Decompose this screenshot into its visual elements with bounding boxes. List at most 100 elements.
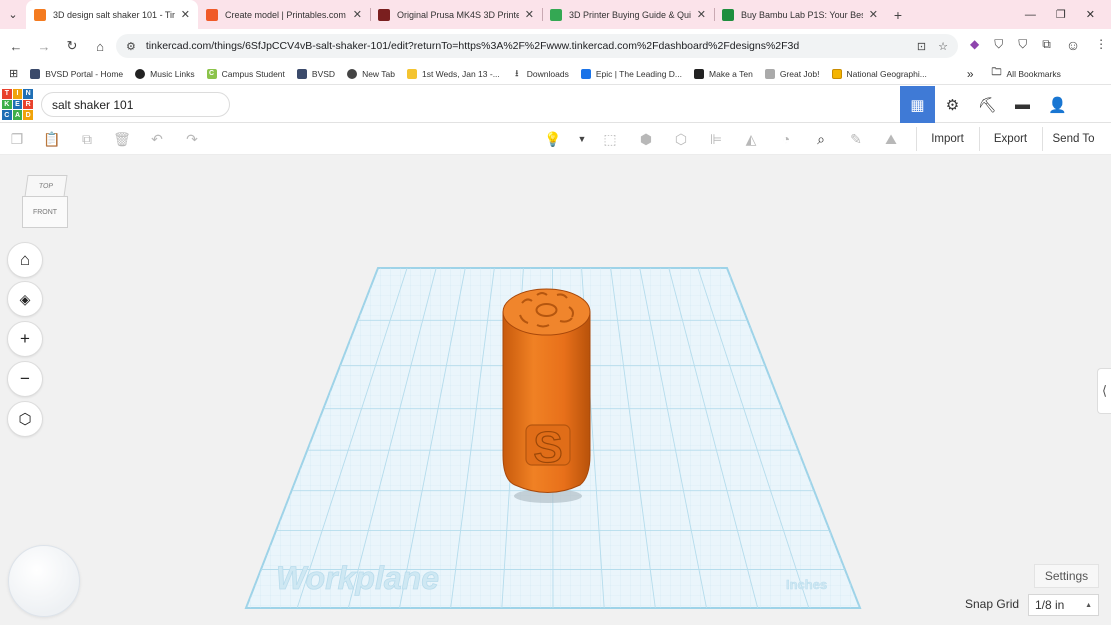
- shapes-panel-toggle[interactable]: ⟨: [1097, 368, 1111, 414]
- salt-shaker-top[interactable]: [502, 288, 591, 336]
- view-cube[interactable]: TOP FRONT: [22, 175, 70, 231]
- zoom-in-button[interactable]: +: [7, 321, 43, 357]
- camera-view-icon[interactable]: ⌕: [811, 129, 831, 149]
- bookmark-campus-student[interactable]: C Campus Student: [206, 68, 285, 79]
- align-icon[interactable]: ⊫: [706, 129, 726, 149]
- make-a-ten-favicon-icon: [694, 68, 705, 79]
- bricks-icon[interactable]: ▬: [1005, 86, 1040, 123]
- reload-icon[interactable]: ↻: [58, 38, 86, 54]
- address-bar[interactable]: ⚙ tinkercad.com/things/6SfJpCCV4vB-salt-…: [116, 34, 958, 58]
- note-icon[interactable]: ✎: [846, 129, 866, 149]
- delete-icon[interactable]: 🗑: [112, 129, 132, 149]
- bookmark-downloads[interactable]: ⭳ Downloads: [512, 68, 569, 79]
- campus-favicon-icon: C: [206, 68, 217, 79]
- ungroup-icon[interactable]: ⬡: [671, 129, 691, 149]
- browser-tab-bambu[interactable]: Buy Bambu Lab P1S: Your Best ✕: [714, 0, 886, 29]
- group-icon[interactable]: ⬢: [636, 129, 656, 149]
- apps-grid-icon[interactable]: ⊞: [9, 67, 18, 80]
- 3d-viewport[interactable]: S Workplane Inches TOP FRONT ⌂ ◈ + − ⬡ ⟨…: [0, 155, 1111, 625]
- import-button[interactable]: Import: [916, 127, 978, 151]
- perspective-button[interactable]: ⬡: [7, 401, 43, 437]
- back-icon[interactable]: ←: [2, 39, 30, 54]
- tab-close-icon[interactable]: ✕: [353, 8, 362, 21]
- browser-tab-tinkercad[interactable]: 3D design salt shaker 101 - Tink ✕: [26, 0, 198, 29]
- site-info-icon[interactable]: ⚙: [126, 40, 136, 53]
- new-tab-button[interactable]: +: [886, 0, 910, 29]
- workplane-icon[interactable]: ⬚: [600, 129, 620, 149]
- 3d-design-grid-icon[interactable]: ▦: [900, 86, 935, 123]
- epic-favicon-icon: [580, 68, 591, 79]
- browser-tab-buying-guide[interactable]: 3D Printer Buying Guide & Quiz ✕: [542, 0, 714, 29]
- tab-close-icon[interactable]: ✕: [181, 8, 190, 21]
- view-cube-top[interactable]: TOP: [24, 175, 68, 197]
- forward-icon[interactable]: →: [30, 39, 58, 54]
- light-bulb-icon[interactable]: 💡: [543, 129, 563, 149]
- bookmarks-overflow-icon[interactable]: »: [967, 67, 974, 81]
- profile-icon[interactable]: ☺: [1066, 37, 1080, 53]
- copy-icon[interactable]: ❐: [7, 129, 27, 149]
- orbit-control[interactable]: [8, 545, 80, 617]
- mirror-icon[interactable]: ◭: [741, 129, 761, 149]
- browser-tab-strip: ⌄ 3D design salt shaker 101 - Tink ✕ Cre…: [0, 0, 1111, 29]
- tab-close-icon[interactable]: ✕: [697, 8, 706, 21]
- restore-icon[interactable]: ❐: [1056, 8, 1066, 21]
- ruler-drop-icon[interactable]: ⛰: [881, 129, 901, 149]
- close-window-icon[interactable]: ✕: [1086, 8, 1095, 21]
- add-user-icon[interactable]: 👤: [1040, 86, 1075, 123]
- great-job-favicon-icon: [764, 68, 775, 79]
- extension-icons: ◆ ⛉ ⛉ ⧉ ☺ ⋮: [970, 37, 1107, 53]
- browser-menu-icon[interactable]: ⋮: [1095, 37, 1107, 53]
- bookmark-national-geographic[interactable]: National Geographi...: [831, 68, 927, 79]
- export-button[interactable]: Export: [979, 127, 1041, 151]
- browser-tab-prusa[interactable]: Original Prusa MK4S 3D Printer ✕: [370, 0, 542, 29]
- logo-letter: K: [2, 99, 12, 110]
- tab-close-icon[interactable]: ✕: [869, 8, 878, 21]
- tab-title: 3D design salt shaker 101 - Tink: [53, 9, 175, 20]
- dropdown-chevron-icon[interactable]: ▼: [572, 129, 592, 149]
- bookmark-star-icon[interactable]: ☆: [938, 40, 948, 53]
- paste-icon[interactable]: 📋: [42, 129, 62, 149]
- bookmark-make-a-ten[interactable]: Make a Ten: [694, 68, 753, 79]
- bookmark-epic[interactable]: Epic | The Leading D...: [580, 68, 682, 79]
- zoom-out-button[interactable]: −: [7, 361, 43, 397]
- snap-grid-select[interactable]: 1/8 in ▲: [1028, 594, 1099, 616]
- browser-tab-printables[interactable]: Create model | Printables.com ✕: [198, 0, 370, 29]
- minus-icon: −: [20, 369, 30, 388]
- install-app-icon[interactable]: ⊡: [917, 40, 926, 53]
- send-to-button[interactable]: Send To: [1042, 127, 1104, 151]
- bookmark-music-links[interactable]: Music Links: [135, 68, 195, 79]
- shield-extension-icon[interactable]: ⛉: [994, 37, 1003, 53]
- pickaxe-icon[interactable]: ⛏: [970, 86, 1005, 123]
- extension-puzzle-purple-icon[interactable]: ◆: [970, 37, 979, 53]
- tinkercad-header: T I N K E R C A D salt shaker 101 ▦ ⚙ ⛏ …: [0, 86, 1111, 123]
- fit-view-button[interactable]: ◈: [7, 281, 43, 317]
- all-bookmarks-button[interactable]: 🗀 All Bookmarks: [991, 67, 1061, 79]
- view-mode-buttons: ▦ ⚙ ⛏ ▬ 👤: [900, 86, 1075, 123]
- undo-icon[interactable]: ↶: [147, 129, 167, 149]
- view-cube-front[interactable]: FRONT: [22, 196, 68, 228]
- tab-close-icon[interactable]: ✕: [525, 8, 534, 21]
- home-icon[interactable]: ⌂: [86, 39, 114, 54]
- redo-icon[interactable]: ↷: [182, 129, 202, 149]
- cruise-icon[interactable]: ◔: [776, 129, 796, 149]
- bookmark-label: Campus Student: [221, 68, 285, 79]
- design-name-field[interactable]: salt shaker 101: [41, 92, 230, 117]
- bookmark-bvsd[interactable]: BVSD: [296, 68, 335, 79]
- duplicate-icon[interactable]: ⧉: [77, 129, 97, 149]
- tinkercad-app: T I N K E R C A D salt shaker 101 ▦ ⚙ ⛏ …: [0, 86, 1111, 625]
- settings-button[interactable]: Settings: [1034, 564, 1099, 588]
- tinkercad-logo[interactable]: T I N K E R C A D: [2, 89, 33, 120]
- buying-guide-favicon-icon: [550, 8, 562, 21]
- shield-extension-icon-2[interactable]: ⛉: [1018, 37, 1027, 53]
- home-view-button[interactable]: ⌂: [7, 242, 43, 278]
- minimize-icon[interactable]: —: [1025, 9, 1036, 21]
- tab-search-chevron-icon[interactable]: ⌄: [0, 0, 26, 29]
- tab-title: 3D Printer Buying Guide & Quiz: [569, 9, 691, 20]
- blocks-icon[interactable]: ⚙: [935, 86, 970, 123]
- bookmark-new-tab[interactable]: New Tab: [347, 68, 395, 79]
- extensions-puzzle-icon[interactable]: ⧉: [1042, 37, 1051, 53]
- folder-icon: 🗀: [991, 67, 1002, 78]
- bookmark-great-job[interactable]: Great Job!: [764, 68, 820, 79]
- bookmark-1st-weds[interactable]: 1st Weds, Jan 13 -...: [406, 68, 500, 79]
- bookmark-bvsd-portal[interactable]: BVSD Portal - Home: [30, 68, 123, 79]
